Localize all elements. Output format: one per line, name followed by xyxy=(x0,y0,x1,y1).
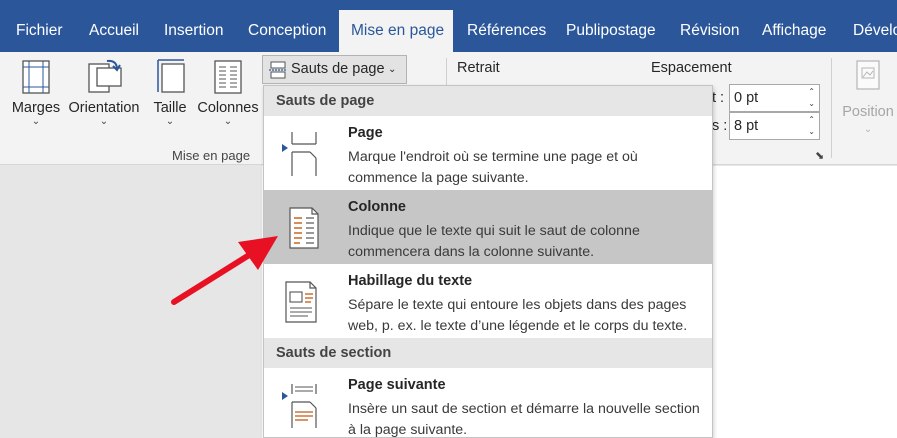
menu-item-habillage-du-texte[interactable]: Habillage du texte Sépare le texte qui e… xyxy=(264,264,712,338)
position-icon xyxy=(856,60,880,90)
menu-item-title: Habillage du texte xyxy=(348,273,473,289)
tab-mise-en-page[interactable]: Mise en page xyxy=(339,10,453,52)
menu-section-sauts-de-section: Sauts de section xyxy=(264,338,712,368)
tab-insertion[interactable]: Insertion xyxy=(164,0,223,52)
tab-fichier[interactable]: Fichier xyxy=(16,0,63,52)
tab-conception[interactable]: Conception xyxy=(248,0,326,52)
annotation-arrow-icon xyxy=(171,236,278,305)
page-break-icon xyxy=(282,132,317,176)
marges-button[interactable]: Marges ⌄ xyxy=(10,60,62,128)
chevron-down-icon: ⌄ xyxy=(31,116,41,127)
page-break-icon xyxy=(269,61,287,79)
colonnes-button[interactable]: Colonnes ⌄ xyxy=(196,60,260,128)
group-label-mise-en-page: Mise en page xyxy=(172,148,251,163)
orientation-button[interactable]: Orientation ⌄ xyxy=(66,58,142,128)
tab-developpeur[interactable]: Dévelo xyxy=(853,0,897,52)
ribbon-divider xyxy=(831,58,832,158)
menu-item-title: Page suivante xyxy=(348,377,446,393)
menu-section-sauts-de-page: Sauts de page xyxy=(264,86,712,116)
menu-item-colonne[interactable]: Colonne Indique que le texte qui suit le… xyxy=(264,190,712,264)
margins-icon xyxy=(22,60,50,94)
menu-item-title: Colonne xyxy=(348,199,406,215)
menu-item-description: Marque l'endroit où se termine une page … xyxy=(348,149,638,186)
orientation-label: Orientation xyxy=(68,100,140,116)
menu-item-page[interactable]: Page Marque l'endroit où se termine une … xyxy=(264,116,712,190)
espacement-avant-input[interactable]: 0 pt ⌃ ⌄ xyxy=(729,84,820,112)
espacement-avant-value: 0 pt xyxy=(734,90,759,106)
columns-icon xyxy=(214,60,242,94)
taille-label: Taille xyxy=(153,100,187,116)
next-page-section-break-icon xyxy=(282,384,317,428)
sauts-de-page-label: Sauts de page xyxy=(291,61,385,77)
text-wrapping-break-icon xyxy=(285,281,317,323)
sauts-de-page-menu: Sauts de page Page Marque l'endroit où s… xyxy=(263,85,713,438)
column-break-icon xyxy=(289,207,319,249)
retrait-label: Retrait xyxy=(457,60,500,76)
tab-publipostage[interactable]: Publipostage xyxy=(566,0,656,52)
espacement-label: Espacement xyxy=(651,60,732,76)
apres-label: s : xyxy=(712,118,728,134)
ribbon-tab-bar: Fichier Accueil Insertion Conception Mis… xyxy=(0,0,897,52)
spinner-arrows-icon[interactable]: ⌃ ⌄ xyxy=(808,114,815,138)
chevron-down-icon: ⌄ xyxy=(99,116,109,127)
chevron-down-icon: ⌄ xyxy=(388,64,397,75)
colonnes-label: Colonnes xyxy=(197,100,259,116)
dialog-launcher-icon[interactable]: ⬊ xyxy=(815,149,824,162)
menu-item-title: Page xyxy=(348,125,383,141)
menu-item-description: Sépare le texte qui entoure les objets d… xyxy=(348,297,688,334)
avant-label: t : xyxy=(712,90,725,106)
espacement-apres-input[interactable]: 8 pt ⌃ ⌄ xyxy=(729,112,820,140)
sauts-de-page-button[interactable]: Sauts de page ⌄ xyxy=(262,55,407,84)
position-label: Position xyxy=(842,104,894,120)
tab-references[interactable]: Références xyxy=(467,0,546,52)
chevron-down-icon: ⌄ xyxy=(165,116,175,127)
tab-accueil[interactable]: Accueil xyxy=(89,0,139,52)
spinner-arrows-icon[interactable]: ⌃ ⌄ xyxy=(808,86,815,110)
menu-item-page-suivante[interactable]: Page suivante Insère un saut de section … xyxy=(264,368,712,438)
chevron-down-icon: ⌄ xyxy=(223,116,233,127)
marges-label: Marges xyxy=(11,100,61,116)
page-size-icon xyxy=(157,59,185,93)
menu-item-description: Insère un saut de section et démarre la … xyxy=(348,401,700,438)
tab-affichage[interactable]: Affichage xyxy=(762,0,826,52)
taille-button[interactable]: Taille ⌄ xyxy=(150,58,190,128)
orientation-icon xyxy=(88,59,122,93)
position-button[interactable]: Position ⌄ xyxy=(842,60,894,136)
menu-item-description: Indique que le texte qui suit le saut de… xyxy=(348,223,640,260)
chevron-down-icon: ⌄ xyxy=(863,124,873,135)
espacement-apres-value: 8 pt xyxy=(734,118,759,134)
tab-revision[interactable]: Révision xyxy=(680,0,739,52)
